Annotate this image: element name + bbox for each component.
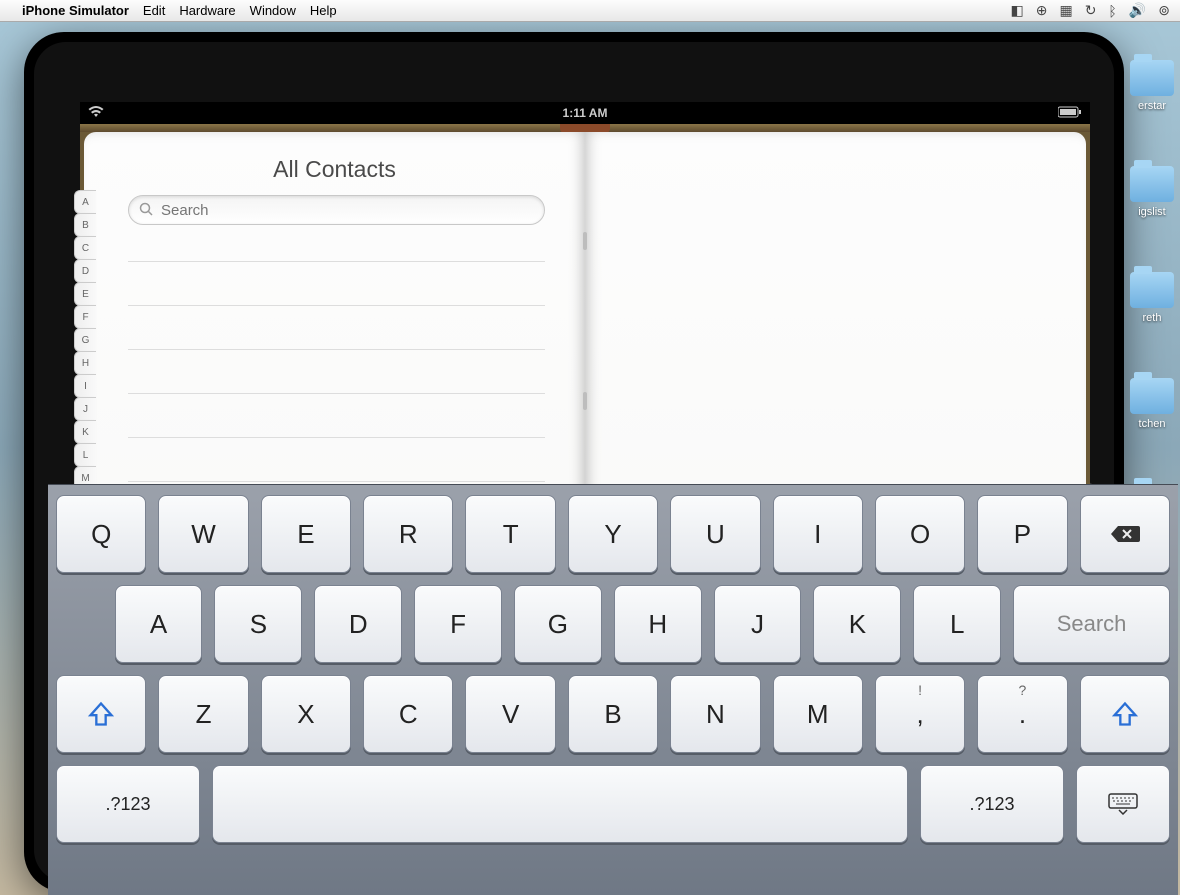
menubar-volume-icon[interactable]: 🔊 [1129, 2, 1146, 19]
key-d[interactable]: D [314, 585, 402, 663]
list-item[interactable] [128, 306, 545, 350]
key-q[interactable]: Q [56, 495, 146, 573]
index-tab[interactable]: D [74, 259, 96, 283]
list-item[interactable] [128, 350, 545, 394]
key-search[interactable]: Search [1013, 585, 1170, 663]
page-title: All Contacts [84, 132, 585, 195]
status-bar: 1:11 AM [80, 102, 1090, 124]
menubar-wifi-icon[interactable]: ⊚ [1158, 2, 1170, 19]
key-numbers-right[interactable]: .?123 [920, 765, 1064, 843]
shift-icon [1111, 700, 1139, 728]
key-k[interactable]: K [813, 585, 901, 663]
key-s[interactable]: S [214, 585, 302, 663]
key-period[interactable]: ?. [977, 675, 1067, 753]
key-r[interactable]: R [363, 495, 453, 573]
key-g[interactable]: G [514, 585, 602, 663]
list-item[interactable] [128, 262, 545, 306]
battery-icon [1058, 106, 1082, 121]
key-backspace[interactable] [1080, 495, 1170, 573]
menubar-extra-icon[interactable]: ◧ [1010, 2, 1023, 19]
app-menu[interactable]: iPhone Simulator [22, 3, 129, 18]
index-tab[interactable]: J [74, 397, 96, 421]
key-numbers-left[interactable]: .?123 [56, 765, 200, 843]
key-hide-keyboard[interactable] [1076, 765, 1170, 843]
key-l[interactable]: L [913, 585, 1001, 663]
key-shift-left[interactable] [56, 675, 146, 753]
search-icon [139, 202, 153, 219]
key-m[interactable]: M [773, 675, 863, 753]
key-shift-right[interactable] [1080, 675, 1170, 753]
search-input[interactable] [128, 195, 545, 225]
macos-menubar: iPhone Simulator Edit Hardware Window He… [0, 0, 1180, 22]
menubar-timemachine-icon[interactable]: ↻ [1085, 2, 1097, 19]
index-tab[interactable]: I [74, 374, 96, 398]
menu-window[interactable]: Window [250, 3, 296, 18]
key-b[interactable]: B [568, 675, 658, 753]
index-tab[interactable]: L [74, 443, 96, 467]
key-z[interactable]: Z [158, 675, 248, 753]
desktop-folder[interactable]: tchen [1124, 378, 1180, 430]
menubar-grid-icon[interactable]: ▦ [1059, 2, 1072, 19]
key-y[interactable]: Y [568, 495, 658, 573]
key-j[interactable]: J [714, 585, 802, 663]
index-tab[interactable]: G [74, 328, 96, 352]
key-n[interactable]: N [670, 675, 760, 753]
backspace-icon [1110, 524, 1140, 544]
menubar-bluetooth-icon[interactable]: ᛒ [1108, 3, 1116, 19]
key-v[interactable]: V [465, 675, 555, 753]
menu-help[interactable]: Help [310, 3, 337, 18]
index-tab[interactable]: K [74, 420, 96, 444]
index-tab[interactable]: F [74, 305, 96, 329]
menu-edit[interactable]: Edit [143, 3, 165, 18]
hide-keyboard-icon [1108, 793, 1138, 815]
menubar-globe-icon[interactable]: ⊕ [1036, 2, 1048, 19]
key-c[interactable]: C [363, 675, 453, 753]
key-t[interactable]: T [465, 495, 555, 573]
key-x[interactable]: X [261, 675, 351, 753]
key-e[interactable]: E [261, 495, 351, 573]
key-f[interactable]: F [414, 585, 502, 663]
list-item[interactable] [128, 438, 545, 482]
key-i[interactable]: I [773, 495, 863, 573]
wifi-icon [88, 106, 104, 121]
index-tab[interactable]: H [74, 351, 96, 375]
index-tab[interactable]: E [74, 282, 96, 306]
key-p[interactable]: P [977, 495, 1067, 573]
key-h[interactable]: H [614, 585, 702, 663]
key-comma[interactable]: !, [875, 675, 965, 753]
shift-icon [87, 700, 115, 728]
menu-hardware[interactable]: Hardware [179, 3, 235, 18]
desktop-folder[interactable]: igslist [1124, 166, 1180, 218]
key-space[interactable] [212, 765, 908, 843]
key-o[interactable]: O [875, 495, 965, 573]
desktop-folder[interactable]: reth [1124, 272, 1180, 324]
status-time: 1:11 AM [563, 106, 608, 120]
desktop-folder[interactable]: erstar [1124, 60, 1180, 112]
key-w[interactable]: W [158, 495, 248, 573]
key-u[interactable]: U [670, 495, 760, 573]
list-item[interactable] [128, 394, 545, 438]
key-a[interactable]: A [115, 585, 203, 663]
onscreen-keyboard: Q W E R T Y U I O P A S D F G H J K L Se… [48, 484, 1178, 895]
